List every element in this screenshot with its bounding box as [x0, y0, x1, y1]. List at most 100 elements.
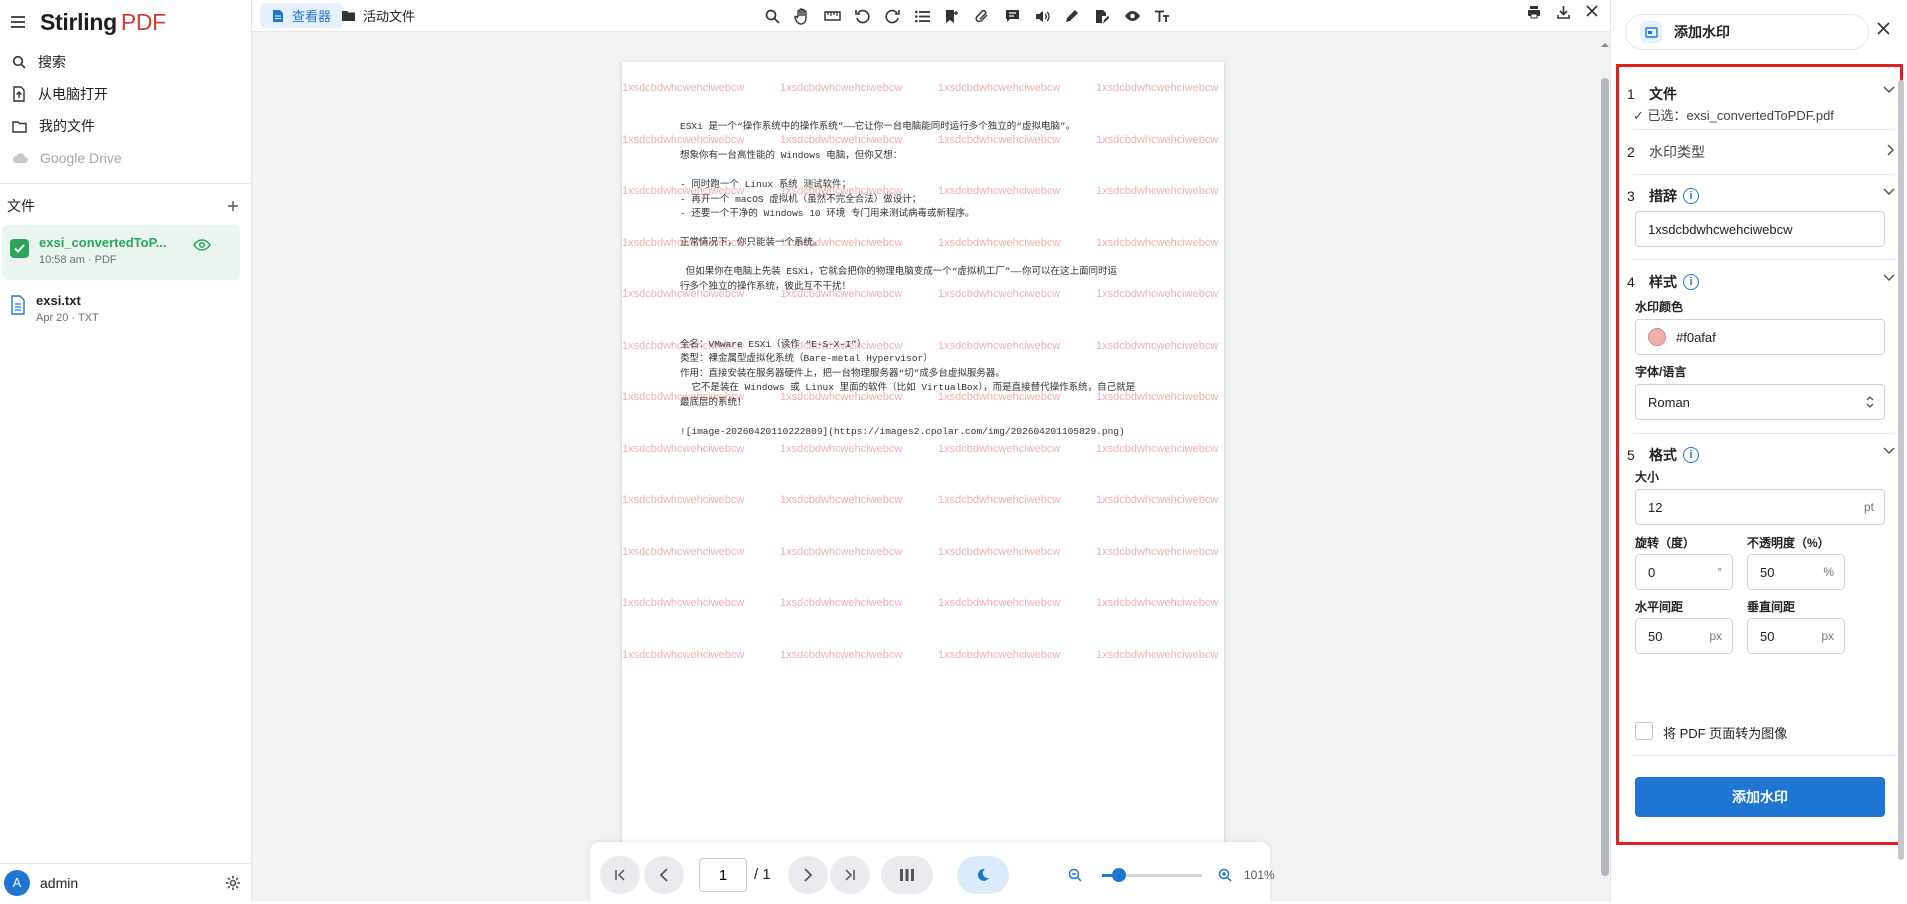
- watermark-text: 1xsdcbdwhcwehciwebcw: [780, 545, 903, 558]
- next-page-button[interactable]: [788, 856, 828, 894]
- info-icon[interactable]: i: [1683, 447, 1699, 463]
- watermark-text: 1xsdcbdwhcwehciwebcw: [1096, 82, 1219, 94]
- gear-icon[interactable]: [225, 875, 241, 891]
- opacity-input[interactable]: 50 %: [1747, 554, 1845, 590]
- previous-page-button[interactable]: [644, 856, 684, 894]
- bookmark-icon[interactable]: [940, 5, 964, 27]
- pdf-text-line: [680, 294, 1180, 309]
- cloud-icon: [12, 152, 28, 164]
- chevron-down-icon[interactable]: [1883, 188, 1895, 196]
- font-select[interactable]: Roman: [1635, 384, 1885, 420]
- pen-icon[interactable]: [1060, 5, 1084, 27]
- chevron-right-icon[interactable]: [1887, 144, 1895, 156]
- zoom-thumb[interactable]: [1112, 868, 1126, 882]
- user-info[interactable]: A admin: [4, 869, 78, 896]
- file-sign-icon[interactable]: [1090, 5, 1114, 27]
- hand-icon[interactable]: [790, 5, 814, 27]
- font-size-value: 12: [1648, 499, 1663, 515]
- chevron-down-icon[interactable]: [1883, 86, 1895, 94]
- section-format[interactable]: 5 格式 i: [1627, 445, 1895, 465]
- viewer-tools: [760, 5, 1174, 27]
- panel-scrollbar[interactable]: [1897, 60, 1905, 860]
- watermark-text: 1xsdcbdwhcwehciwebcw: [938, 648, 1061, 661]
- section-file[interactable]: 1 文件: [1627, 84, 1895, 104]
- sidebar-item-search[interactable]: 搜索: [0, 46, 251, 78]
- watermark-text-input[interactable]: 1xsdcbdwhcwehciwebcw: [1635, 211, 1885, 247]
- scroll-thumb[interactable]: [1601, 78, 1609, 876]
- sidebar-item-open-from-computer[interactable]: 从电脑打开: [0, 78, 251, 110]
- ruler-icon[interactable]: [820, 5, 844, 27]
- tab-label: 活动文件: [363, 9, 416, 24]
- sidebar-item-google-drive[interactable]: Google Drive: [0, 142, 251, 174]
- color-value: #f0afaf: [1676, 329, 1716, 345]
- rotate-right-icon[interactable]: [880, 5, 904, 27]
- select-arrows-icon: [1866, 396, 1874, 408]
- chevron-down-icon[interactable]: [1883, 274, 1895, 282]
- menu-icon[interactable]: [10, 15, 26, 29]
- page-number-input[interactable]: [699, 858, 747, 892]
- eye-icon[interactable]: [193, 239, 211, 251]
- rotation-input[interactable]: 0 °: [1635, 554, 1733, 590]
- file-item-selected[interactable]: exsi_convertedToP... 10:58 am · PDF: [2, 225, 240, 280]
- upload-file-icon: [12, 86, 26, 102]
- color-picker[interactable]: #f0afaf: [1635, 319, 1885, 355]
- divider: [1633, 129, 1895, 130]
- first-page-button[interactable]: [600, 856, 640, 894]
- panel-title: 添加水印: [1674, 24, 1730, 40]
- file-name: exsi_convertedToP...: [39, 235, 167, 250]
- file-item[interactable]: exsi.txt Apr 20 · TXT: [2, 283, 240, 338]
- print-icon[interactable]: [1527, 5, 1541, 19]
- pdf-page: 1xsdcbdwhcwehciwebcw 1xsdcbdwhcwehciwebcw…: [622, 62, 1224, 852]
- attachment-icon[interactable]: [970, 5, 994, 27]
- check-icon[interactable]: [10, 239, 29, 258]
- pdf-text-line: [680, 251, 1180, 266]
- rotate-left-icon[interactable]: [850, 5, 874, 27]
- horizontal-spacing-value: 50: [1648, 628, 1663, 644]
- close-icon[interactable]: [1877, 22, 1890, 35]
- horizontal-spacing-input[interactable]: 50 px: [1635, 618, 1733, 654]
- font-size-input[interactable]: 12 pt: [1635, 489, 1885, 525]
- watermark-text: 1xsdcbdwhcwehciwebcw: [622, 82, 745, 94]
- add-file-icon[interactable]: [227, 200, 239, 212]
- add-watermark-button[interactable]: 添加水印: [1635, 777, 1885, 817]
- panel-scroll-thumb[interactable]: [1898, 80, 1904, 860]
- dual-page-button[interactable]: [881, 856, 933, 894]
- convert-to-image-checkbox[interactable]: [1635, 722, 1653, 740]
- tab-active-files[interactable]: 活动文件: [330, 3, 427, 28]
- viewer-toolbar: 查看器 活动文件: [252, 0, 1610, 32]
- section-title: 水印类型: [1649, 144, 1705, 160]
- audio-icon[interactable]: [1030, 5, 1054, 27]
- chevron-down-icon[interactable]: [1883, 447, 1895, 455]
- eye-icon[interactable]: [1120, 5, 1144, 27]
- info-icon[interactable]: i: [1683, 188, 1699, 204]
- viewer-actions: [1527, 5, 1598, 19]
- watermark-text: 1xsdcbdwhcwehciwebcw: [780, 494, 903, 506]
- dark-mode-button[interactable]: [957, 856, 1009, 894]
- watermark-text: 1xsdcbdwhcwehciwebcw: [938, 82, 1061, 94]
- info-icon[interactable]: i: [1683, 274, 1699, 290]
- text-format-icon[interactable]: [1150, 5, 1174, 27]
- list-icon[interactable]: [910, 5, 934, 27]
- viewer-scrollbar[interactable]: [1598, 40, 1610, 900]
- section-title: 文件: [1649, 86, 1677, 102]
- search-icon[interactable]: [760, 5, 784, 27]
- comment-icon[interactable]: [1000, 5, 1024, 27]
- sidebar-item-label: Google Drive: [40, 150, 122, 166]
- close-icon[interactable]: [1586, 5, 1598, 19]
- section-title: 样式: [1649, 274, 1677, 290]
- zoom-in-icon[interactable]: [1218, 868, 1232, 882]
- vertical-spacing-input[interactable]: 50 px: [1747, 618, 1845, 654]
- section-watermark-type[interactable]: 2 水印类型: [1627, 142, 1895, 162]
- zoom-slider[interactable]: [1102, 868, 1202, 882]
- section-style[interactable]: 4 样式 i: [1627, 272, 1895, 292]
- sidebar-item-my-files[interactable]: 我的文件: [0, 110, 251, 142]
- last-page-button[interactable]: [830, 856, 870, 894]
- pdf-text-line: - 还要一个干净的 Windows 10 环境 专门用来测试病毒或新程序。: [680, 208, 975, 219]
- section-number: 3: [1627, 188, 1635, 204]
- zoom-out-icon[interactable]: [1068, 868, 1082, 882]
- color-swatch[interactable]: [1648, 328, 1666, 346]
- section-text[interactable]: 3 措辞 i: [1627, 186, 1895, 206]
- download-icon[interactable]: [1557, 5, 1570, 19]
- user-bar: A admin: [0, 863, 251, 901]
- pdf-text-line: 但如果你在电脑上先装 ESXi，它就会把你的物理电脑变成一个“虚拟机工厂”——你…: [680, 266, 1118, 277]
